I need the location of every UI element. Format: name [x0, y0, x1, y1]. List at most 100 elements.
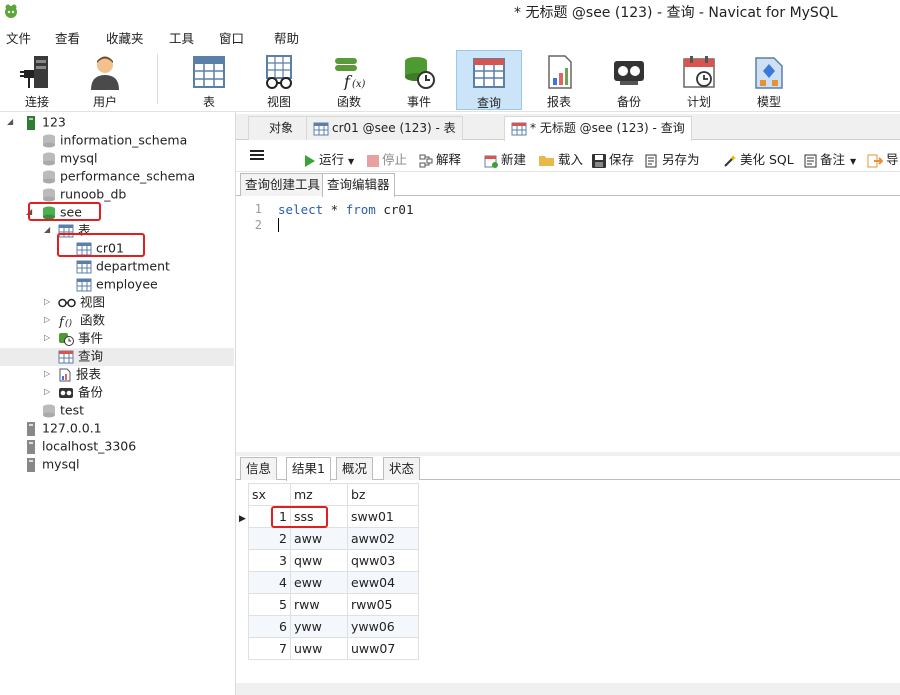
cell-bz[interactable]: qww03 — [347, 549, 419, 572]
tree-db-mysql[interactable]: mysql — [42, 149, 98, 167]
model-button[interactable]: 模型 — [736, 50, 802, 110]
tree-folder-backups[interactable]: 备份 — [58, 383, 103, 401]
cell-bz[interactable]: aww02 — [347, 527, 419, 550]
tree-db-information-schema[interactable]: information_schema — [42, 131, 187, 149]
menu-file[interactable]: 文件 — [6, 28, 31, 47]
main-toolbar: 连接 用户 表 视图 f (x) 函数 事件 查询 报表 备份 计划 模型 — [0, 48, 900, 112]
menu-window[interactable]: 窗口 — [219, 28, 244, 47]
collapse-arrow-icon[interactable]: ◢ — [7, 113, 13, 131]
table-row[interactable]: 4 eww eww04 — [248, 571, 419, 594]
expand-arrow-icon[interactable]: ▷ — [44, 293, 50, 311]
cell-sx[interactable]: 6 — [248, 615, 291, 638]
cell-mz[interactable]: eww — [290, 571, 348, 594]
column-header-sx[interactable]: sx — [248, 483, 291, 506]
tree-connection-localhost[interactable]: localhost_3306 — [24, 437, 136, 455]
tree-connection-127[interactable]: 127.0.0.1 — [24, 419, 102, 437]
cell-mz[interactable]: aww — [290, 527, 348, 550]
tree-folder-views[interactable]: 视图 — [58, 293, 105, 311]
cell-bz[interactable]: sww01 — [347, 505, 419, 528]
run-button[interactable]: 运行 ▼ — [304, 149, 354, 168]
tab-query-builder[interactable]: 查询创建工具 — [240, 173, 326, 196]
tree-folder-functions[interactable]: f() 函数 — [58, 311, 105, 329]
menu-tools[interactable]: 工具 — [169, 28, 194, 47]
column-header-mz[interactable]: mz — [290, 483, 348, 506]
cell-mz[interactable]: uww — [290, 637, 348, 660]
menu-help[interactable]: 帮助 — [274, 28, 299, 47]
tree-table-department[interactable]: department — [76, 257, 170, 275]
tree-db-test[interactable]: test — [42, 401, 84, 419]
tab-query-editor[interactable]: 查询编辑器 — [322, 173, 395, 197]
tree-connection-mysql[interactable]: mysql — [24, 455, 80, 473]
table-icon — [76, 242, 92, 255]
cell-mz[interactable]: qww — [290, 549, 348, 572]
tree-table-employee[interactable]: employee — [76, 275, 158, 293]
table-row[interactable]: 1 sss sww01 — [248, 505, 419, 528]
cell-bz[interactable]: rww05 — [347, 593, 419, 616]
menu-toggle-button[interactable] — [250, 148, 264, 165]
menu-favorites[interactable]: 收藏夹 — [106, 28, 144, 47]
table-button[interactable]: 表 — [176, 50, 242, 110]
expand-arrow-icon[interactable]: ▷ — [44, 383, 50, 401]
tree-db-performance-schema[interactable]: performance_schema — [42, 167, 195, 185]
cell-sx[interactable]: 1 — [248, 505, 291, 528]
cell-mz[interactable]: yww — [290, 615, 348, 638]
sql-editor[interactable]: 1 2 select * from cr01 — [236, 197, 900, 452]
table-row[interactable]: 3 qww qww03 — [248, 549, 419, 572]
export-button[interactable]: 导 — [867, 149, 899, 168]
save-button[interactable]: 保存 — [592, 149, 634, 168]
tab-overview[interactable]: 概况 — [336, 457, 374, 480]
user-button[interactable]: 用户 — [72, 50, 138, 110]
query-button[interactable]: 查询 — [456, 50, 522, 110]
event-button[interactable]: 事件 — [386, 50, 452, 110]
table-row[interactable]: 7 uww uww07 — [248, 637, 419, 660]
table-row[interactable]: 5 rww rww05 — [248, 593, 419, 616]
report-button[interactable]: 报表 — [526, 50, 592, 110]
tab-result1[interactable]: 结果1 — [286, 457, 331, 481]
tree-db-runoob[interactable]: runoob_db — [42, 185, 126, 203]
backup-button[interactable]: 备份 — [596, 50, 662, 110]
expand-arrow-icon[interactable]: ▷ — [44, 365, 50, 383]
table-row[interactable]: 2 aww aww02 — [248, 527, 419, 550]
cell-sx[interactable]: 7 — [248, 637, 291, 660]
column-header-bz[interactable]: bz — [347, 483, 419, 506]
tab-cr01-table[interactable]: cr01 @see (123) - 表 — [306, 116, 463, 140]
tab-info[interactable]: 信息 — [240, 457, 278, 480]
explain-button[interactable]: 解释 — [419, 149, 461, 168]
expand-arrow-icon[interactable]: ▷ — [44, 329, 50, 347]
tree-folder-queries[interactable]: 查询 — [58, 347, 103, 365]
table-row[interactable]: 6 yww yww06 — [248, 615, 419, 638]
connection-icon — [27, 115, 35, 130]
tab-query[interactable]: * 无标题 @see (123) - 查询 — [504, 116, 692, 141]
tree-folder-events[interactable]: 事件 — [58, 329, 103, 347]
tab-objects[interactable]: 对象 — [248, 116, 314, 140]
comment-button[interactable]: 备注 ▼ — [804, 149, 856, 168]
cell-bz[interactable]: yww06 — [347, 615, 419, 638]
cell-sx[interactable]: 4 — [248, 571, 291, 594]
cell-sx[interactable]: 5 — [248, 593, 291, 616]
collapse-arrow-icon[interactable]: ◢ — [44, 221, 50, 239]
tree-folder-reports[interactable]: 报表 — [58, 365, 101, 383]
menu-view[interactable]: 查看 — [55, 28, 80, 47]
cell-mz[interactable]: sss — [290, 505, 348, 528]
new-button[interactable]: 新建 — [484, 149, 526, 168]
connect-button[interactable]: 连接 — [4, 50, 70, 110]
function-button[interactable]: f (x) 函数 — [316, 50, 382, 110]
expand-arrow-icon[interactable]: ▷ — [44, 311, 50, 329]
view-button[interactable]: 视图 — [246, 50, 312, 110]
cell-bz[interactable]: eww04 — [347, 571, 419, 594]
beautify-sql-button[interactable]: 美化 SQL — [723, 149, 794, 168]
tree-db-see[interactable]: see — [42, 203, 82, 221]
tab-status[interactable]: 状态 — [383, 457, 421, 480]
cell-bz[interactable]: uww07 — [347, 637, 419, 660]
schedule-button[interactable]: 计划 — [666, 50, 732, 110]
load-button[interactable]: 载入 — [539, 149, 583, 168]
save-as-button[interactable]: 另存为 — [645, 149, 700, 168]
stop-button[interactable]: 停止 — [367, 149, 407, 168]
cell-sx[interactable]: 2 — [248, 527, 291, 550]
collapse-arrow-icon[interactable]: ◢ — [26, 203, 32, 221]
cell-mz[interactable]: rww — [290, 593, 348, 616]
tree-folder-tables[interactable]: 表 — [58, 221, 91, 239]
tree-connection-123[interactable]: 123 — [24, 113, 66, 131]
cell-sx[interactable]: 3 — [248, 549, 291, 572]
tree-table-cr01[interactable]: cr01 — [76, 239, 124, 257]
